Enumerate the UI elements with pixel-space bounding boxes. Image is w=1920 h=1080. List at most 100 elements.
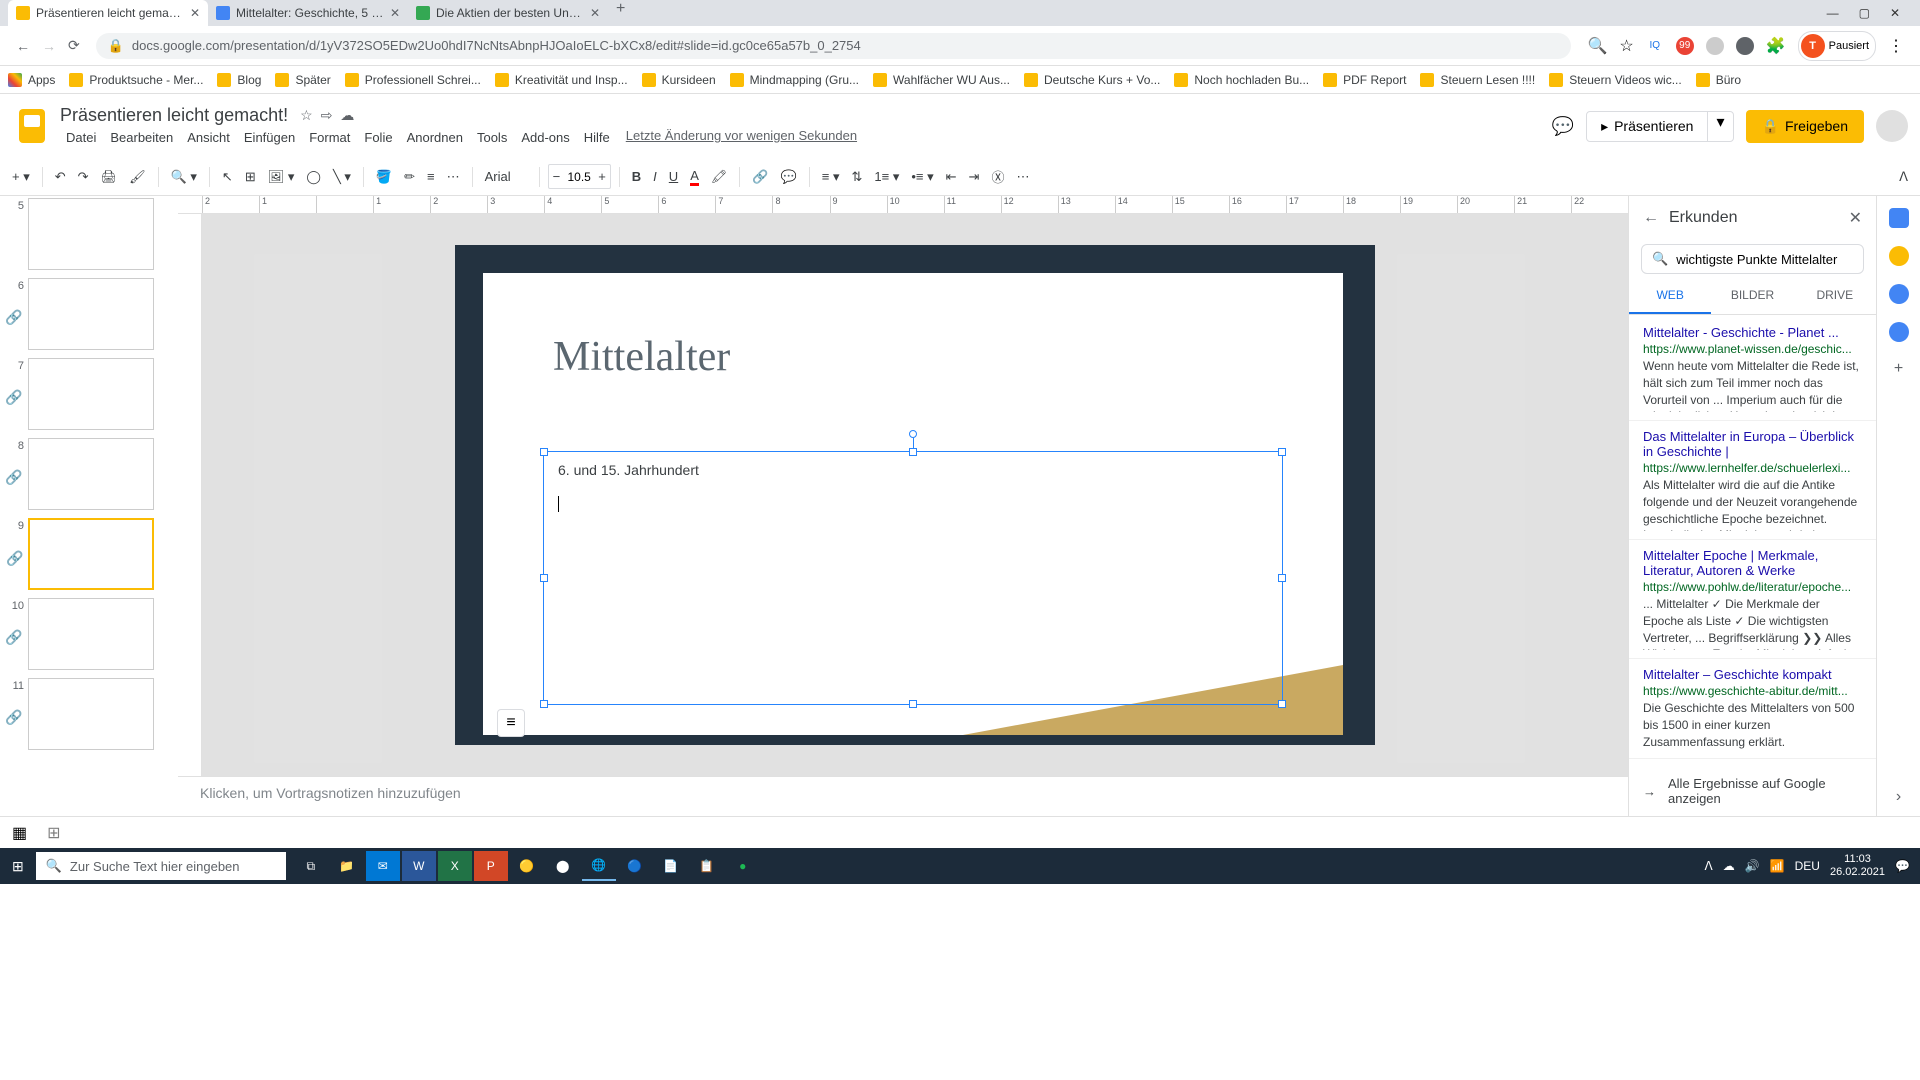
image-tool[interactable]: 🖼 ▾ [264,165,299,189]
menu-einfuegen[interactable]: Einfügen [238,128,301,147]
doc-title[interactable]: Präsentieren leicht gemacht! [60,105,288,126]
clear-format-button[interactable]: Ⓧ [987,163,1008,190]
explore-results[interactable]: Mittelalter - Geschichte - Planet ... ht… [1629,315,1876,766]
zoom-button[interactable]: 🔍 ▾ [167,165,201,189]
bookmark-item[interactable]: Steuern Videos wic... [1549,73,1682,87]
extension-icon[interactable] [1706,37,1724,55]
maximize-button[interactable]: ▢ [1859,6,1870,20]
new-slide-button[interactable]: + ▾ [8,165,34,189]
text-content[interactable]: 6. und 15. Jahrhundert [558,462,1268,478]
close-icon[interactable]: ✕ [1849,208,1862,228]
fill-color-button[interactable]: 🪣 [372,165,396,189]
zoom-icon[interactable]: 🔍 [1587,36,1607,56]
edge-icon[interactable]: 🔵 [618,851,652,881]
bookmark-item[interactable]: Kursideen [642,73,716,87]
menu-folie[interactable]: Folie [358,128,398,147]
bookmark-item[interactable]: Später [275,73,330,87]
excel-icon[interactable]: X [438,851,472,881]
app-icon[interactable]: 🟡 [510,851,544,881]
slide-thumb-active[interactable]: 🔗 [28,518,154,590]
select-tool[interactable]: ↖ [218,165,237,189]
bookmark-item[interactable]: Büro [1696,73,1741,87]
powerpoint-icon[interactable]: P [474,851,508,881]
tab-bilder[interactable]: BILDER [1711,278,1793,314]
extension-icon[interactable]: IQ [1646,37,1664,55]
extension-icon[interactable] [1736,37,1754,55]
bulleted-list-button[interactable]: •≡ ▾ [907,165,937,189]
highlight-button[interactable]: 🖍 [707,165,732,189]
search-result[interactable]: Mittelalter - Geschichte - Planet ... ht… [1629,317,1876,421]
font-name-select[interactable]: Arial [481,165,531,188]
result-title[interactable]: Mittelalter Epoche | Merkmale, Literatur… [1643,548,1862,578]
task-view-icon[interactable]: ⧉ [294,851,328,881]
resize-handle[interactable] [909,700,917,708]
tab-web[interactable]: WEB [1629,278,1711,314]
result-title[interactable]: Mittelalter - Geschichte - Planet ... [1643,325,1862,340]
more-tools-button[interactable]: ⋯ [1012,165,1033,189]
reload-button[interactable]: ⟳ [68,37,80,54]
redo-button[interactable]: ↷ [74,165,93,189]
user-avatar[interactable] [1876,110,1908,142]
back-icon[interactable]: ← [1643,209,1659,227]
increase-indent-button[interactable]: ⇥ [965,165,984,189]
show-all-results[interactable]: → Alle Ergebnisse auf Google anzeigen [1629,766,1876,816]
bookmark-item[interactable]: Produktsuche - Mer... [69,73,203,87]
browser-tab-active[interactable]: Präsentieren leicht gemacht! - G ✕ [8,0,208,26]
obs-icon[interactable]: ⬤ [546,851,580,881]
menu-ansicht[interactable]: Ansicht [181,128,236,147]
textbox-tool[interactable]: ⊞ [241,165,260,189]
tab-drive[interactable]: DRIVE [1794,278,1876,314]
browser-tab[interactable]: Die Aktien der besten Unternehm ✕ [408,0,608,26]
resize-handle[interactable] [909,448,917,456]
decrease-indent-button[interactable]: ⇤ [942,165,961,189]
print-button[interactable]: 🖨 [97,165,122,189]
bookmark-item[interactable]: Professionell Schrei... [345,73,481,87]
comment-button[interactable]: 💬 [777,165,801,189]
resize-handle[interactable] [1278,448,1286,456]
notifications-icon[interactable]: 💬 [1895,859,1910,873]
slide-title[interactable]: Mittelalter [553,333,730,381]
border-color-button[interactable]: ✏ [400,165,419,189]
add-sidepanel-icon[interactable]: + [1894,360,1903,378]
paint-format-button[interactable]: 🖌 [125,165,150,189]
slide-thumb[interactable]: 🔗 [28,278,154,350]
filmstrip-view-icon[interactable]: ▦ [12,823,27,843]
shape-tool[interactable]: ◯ [302,165,325,189]
windows-search[interactable]: 🔍 Zur Suche Text hier eingeben [36,852,286,880]
explorer-icon[interactable]: 📁 [330,851,364,881]
volume-icon[interactable]: 🔊 [1745,859,1760,873]
cloud-icon[interactable]: ☁ [340,107,354,124]
bookmark-item[interactable]: Steuern Lesen !!!! [1420,73,1535,87]
text-box-selected[interactable]: 6. und 15. Jahrhundert [543,451,1283,705]
chrome-icon[interactable]: 🌐 [582,851,616,881]
tasks-icon[interactable] [1889,284,1909,304]
tab-close-icon[interactable]: ✕ [390,6,400,20]
apps-button[interactable]: Apps [8,73,55,87]
profile-paused[interactable]: T Pausiert [1798,31,1876,61]
url-input[interactable]: 🔒 docs.google.com/presentation/d/1yV372S… [96,33,1572,59]
present-dropdown[interactable]: ▾ [1707,112,1732,141]
resize-handle[interactable] [540,448,548,456]
menu-datei[interactable]: Datei [60,128,102,147]
extensions-menu-icon[interactable]: 🧩 [1766,36,1786,56]
numbered-list-button[interactable]: 1≡ ▾ [870,165,903,189]
app-icon[interactable]: 📋 [690,851,724,881]
slide-canvas[interactable]: Mittelalter [455,245,1375,745]
line-tool[interactable]: ╲ ▾ [329,165,355,189]
menu-format[interactable]: Format [303,128,356,147]
contacts-icon[interactable] [1889,322,1909,342]
search-result[interactable]: Mittelalter – Geschichte kompakt https:/… [1629,659,1876,759]
grid-view-icon[interactable]: ⊞ [47,823,60,843]
link-button[interactable]: 🔗 [748,165,772,189]
language-indicator[interactable]: DEU [1795,859,1820,873]
tray-chevron-icon[interactable]: ᐱ [1705,859,1713,873]
slide-thumb[interactable]: 🔗 [28,438,154,510]
star-icon[interactable]: ☆ [1619,36,1633,56]
slide-thumb[interactable]: 🔗 [28,678,154,750]
menu-anordnen[interactable]: Anordnen [401,128,469,147]
hide-menus-button[interactable]: ᐱ [1895,165,1912,189]
calendar-icon[interactable] [1889,208,1909,228]
onedrive-icon[interactable]: ☁ [1723,859,1735,873]
result-title[interactable]: Das Mittelalter in Europa – Überblick in… [1643,429,1862,459]
tab-close-icon[interactable]: ✕ [590,6,600,20]
